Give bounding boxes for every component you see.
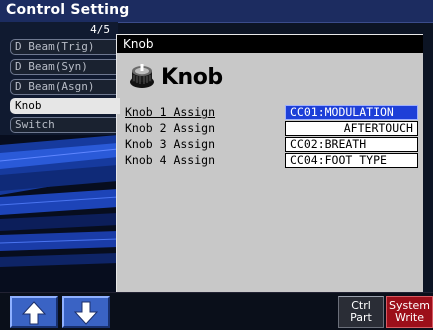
arrow-down-icon <box>74 301 98 325</box>
control-setting-screen: Control Setting 4/5 D Beam(Trig) D Beam(… <box>0 0 433 330</box>
cursor-down-button[interactable] <box>62 296 110 328</box>
system-write-button[interactable]: System Write <box>386 296 433 328</box>
knob-1-assign-value[interactable]: CC01:MODULATION <box>285 105 418 120</box>
panel-title: Knob <box>123 37 154 51</box>
knob-icon <box>130 64 154 88</box>
knob-1-assign-label: Knob 1 Assign <box>125 105 216 119</box>
panel-title-bar: Knob <box>117 35 423 53</box>
tab-knob[interactable]: Knob <box>10 98 120 114</box>
knob-3-assign-label: Knob 3 Assign <box>125 137 216 151</box>
screen-title: Control Setting <box>6 2 130 18</box>
knob-2-assign-label: Knob 2 Assign <box>125 121 216 135</box>
cursor-up-button[interactable] <box>10 296 58 328</box>
tab-d-beam-asgn[interactable]: D Beam(Asgn) <box>10 79 118 95</box>
system-write-line2: Write <box>394 311 425 324</box>
knob-panel: Knob Knob Knob 1 Assign Knob 2 Assign Kn… <box>116 34 423 293</box>
knob-4-assign-label: Knob 4 Assign <box>125 153 216 167</box>
tab-d-beam-syn[interactable]: D Beam(Syn) <box>10 59 118 75</box>
ctrl-part-button[interactable]: Ctrl Part <box>338 296 384 328</box>
page-counter: 4/5 <box>90 23 110 36</box>
tab-switch[interactable]: Switch <box>10 117 118 133</box>
knob-heading: Knob <box>161 65 223 90</box>
knob-2-assign-value[interactable]: AFTERTOUCH <box>285 121 418 136</box>
arrow-up-icon <box>22 301 46 325</box>
background-artwork <box>0 135 118 292</box>
title-bar: Control Setting <box>0 0 433 23</box>
tab-d-beam-trig[interactable]: D Beam(Trig) <box>10 39 118 55</box>
knob-4-assign-value[interactable]: CC04:FOOT TYPE <box>285 153 418 168</box>
knob-3-assign-value[interactable]: CC02:BREATH <box>285 137 418 152</box>
ctrl-part-line2: Part <box>350 311 372 324</box>
